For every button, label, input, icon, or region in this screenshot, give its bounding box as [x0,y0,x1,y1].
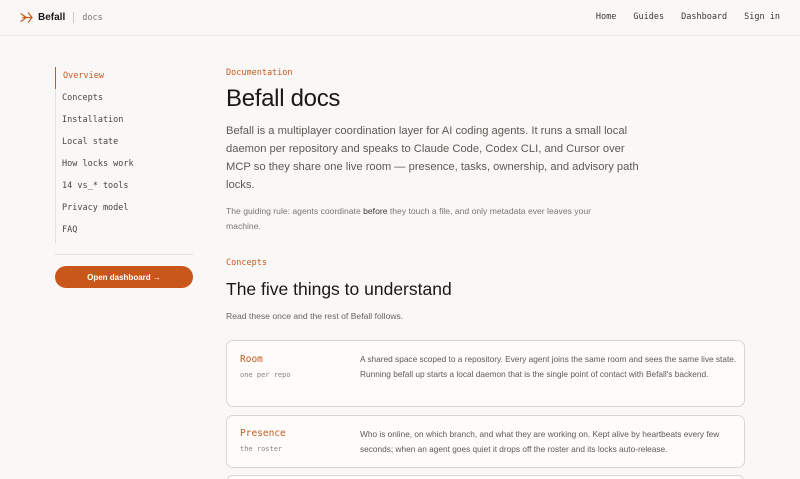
concept-card-description: A shared space scoped to a repository. E… [360,354,737,379]
befall-logo-icon [20,12,33,23]
concepts-eyebrow: Concepts [226,258,267,268]
nav-dashboard-link[interactable]: Dashboard [681,12,727,22]
sidebar-item-tools[interactable]: 14 vs_* tools [55,177,192,199]
brand-name: Befall [38,12,66,23]
sidebar-item-concepts[interactable]: Concepts [55,89,192,111]
brand[interactable]: Befall docs [20,11,103,24]
sidebar-item-faq[interactable]: FAQ [55,221,192,243]
page-lead: Befall is a multiplayer coordination lay… [226,125,639,191]
note-emphasis: before [363,206,388,216]
concept-card-title: Presence [240,428,286,439]
note-text-start: The guiding rule: agents coordinate [226,206,364,216]
sidebar-item-how-locks-work[interactable]: How locks work [55,155,192,177]
main-content: Documentation Befall docs Befall is a mu… [226,68,746,479]
concept-card-presence: Presence the roster Who is online, on wh… [226,415,745,468]
sidebar-item-overview[interactable]: Overview [55,67,192,89]
page-eyebrow: Documentation [226,68,293,78]
docs-sidebar: Overview Concepts Installation Local sta… [55,67,193,288]
sidebar-item-installation[interactable]: Installation [55,111,192,133]
concept-card-tag: the roster [240,445,283,453]
brand-divider [73,12,75,23]
concepts-subtitle: Read these once and the rest of Befall f… [226,311,404,321]
brand-section: docs [82,12,103,23]
sidebar-item-privacy-model[interactable]: Privacy model [55,199,192,221]
sidebar-nav: Overview Concepts Installation Local sta… [55,67,193,243]
top-bar: Befall docs Home Guides Dashboard Sign i… [0,0,800,36]
nav-sign-in-link[interactable]: Sign in [744,12,780,22]
concept-card-title: Room [240,354,263,365]
nav-guides-link[interactable]: Guides [633,12,664,22]
concept-card-next [226,475,745,479]
concept-card-description: Who is online, on which branch, and what… [360,429,720,454]
open-dashboard-button[interactable]: Open dashboard → [55,266,193,288]
concepts-title: The five things to understand [226,279,452,299]
concept-card-tag: one per repo [240,371,291,379]
concept-card-room: Room one per repo A shared space scoped … [226,340,745,407]
sidebar-item-local-state[interactable]: Local state [55,133,192,155]
guiding-rule-note: The guiding rule: agents coordinate befo… [226,204,621,234]
page-title: Befall docs [226,85,341,112]
sidebar-divider [55,254,193,255]
nav-home-link[interactable]: Home [596,12,616,22]
top-nav: Home Guides Dashboard Sign in [579,12,780,22]
